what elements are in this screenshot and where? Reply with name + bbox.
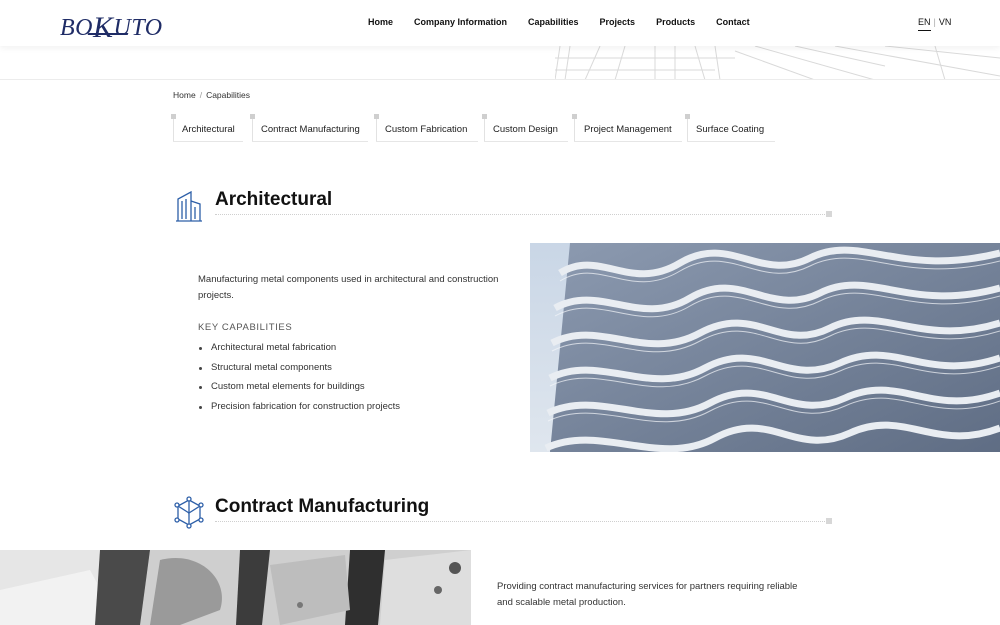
tab-surface-coating[interactable]: Surface Coating <box>685 114 775 142</box>
tab-underline <box>252 141 368 142</box>
nav-contact[interactable]: Contact <box>716 17 750 27</box>
lang-separator: | <box>933 17 936 27</box>
breadcrumb: Home / Capabilities <box>173 90 250 100</box>
section-title-architectural: Architectural <box>215 189 333 210</box>
tab-custom-design[interactable]: Custom Design <box>482 114 568 142</box>
list-item: Structural metal components <box>198 362 400 382</box>
contract-manufacturing-description: Providing contract manufacturing service… <box>497 581 798 608</box>
tab-underline <box>574 141 682 142</box>
nav-company-information[interactable]: Company Information <box>414 17 507 27</box>
nav-projects[interactable]: Projects <box>600 17 636 27</box>
logo[interactable]: BOKUTO <box>60 9 163 44</box>
breadcrumb-current: Capabilities <box>206 90 251 100</box>
contract-manufacturing-photo <box>0 550 471 625</box>
nav-home[interactable]: Home <box>368 17 393 27</box>
tab-project-management[interactable]: Project Management <box>572 114 682 142</box>
building-sketch-decoration <box>555 46 1000 79</box>
tab-label: Project Management <box>584 124 672 135</box>
key-capabilities-list: Architectural metal fabrication Structur… <box>198 342 400 420</box>
nav-capabilities[interactable]: Capabilities <box>528 17 579 27</box>
list-item: Architectural metal fabrication <box>198 342 400 362</box>
tab-divider <box>376 119 377 141</box>
lang-en[interactable]: EN <box>918 17 931 31</box>
section-divider-marker <box>826 211 832 217</box>
main-nav: Home Company Information Capabilities Pr… <box>368 17 771 27</box>
section-title-contract-manufacturing: Contract Manufacturing <box>215 496 430 517</box>
tab-custom-fabrication[interactable]: Custom Fabrication <box>374 114 478 142</box>
list-item: Custom metal elements for buildings <box>198 381 400 401</box>
tab-underline <box>173 141 243 142</box>
tab-architectural[interactable]: Architectural <box>171 114 243 142</box>
key-capabilities-title: KEY CAPABILITIES <box>198 322 293 333</box>
tab-divider <box>252 119 253 141</box>
section-divider <box>215 521 827 522</box>
lang-vn[interactable]: VN <box>939 17 952 27</box>
logo-text-prefix: BO <box>60 15 93 41</box>
tab-label: Surface Coating <box>696 124 765 135</box>
language-switcher: EN | VN <box>918 17 952 31</box>
architectural-photo <box>530 243 1000 452</box>
hero-band <box>0 46 1000 80</box>
tab-divider <box>173 119 174 141</box>
list-item: Precision fabrication for construction p… <box>198 401 400 421</box>
building-icon <box>176 190 202 222</box>
section-divider <box>215 214 827 215</box>
tab-underline <box>376 141 478 142</box>
site-header: BOKUTO Home Company Information Capabili… <box>0 0 1000 46</box>
tab-label: Architectural <box>182 124 235 135</box>
tab-contract-manufacturing[interactable]: Contract Manufacturing <box>250 114 368 142</box>
breadcrumb-separator: / <box>199 90 203 100</box>
tab-divider <box>687 119 688 141</box>
cube-network-icon <box>174 496 204 529</box>
breadcrumb-home[interactable]: Home <box>173 90 196 100</box>
logo-text-suffix: UTO <box>113 15 163 41</box>
tab-underline <box>484 141 568 142</box>
nav-products[interactable]: Products <box>656 17 695 27</box>
section-divider-marker <box>826 518 832 524</box>
architectural-description: Manufacturing metal components used in a… <box>198 274 499 301</box>
logo-text-k: K <box>93 11 114 44</box>
tab-label: Custom Design <box>493 124 558 135</box>
wavy-building-image <box>530 243 1000 452</box>
tab-underline <box>687 141 775 142</box>
logo-swoosh <box>87 33 129 35</box>
metal-parts-image <box>0 550 471 625</box>
tab-label: Contract Manufacturing <box>261 124 360 135</box>
tab-label: Custom Fabrication <box>385 124 468 135</box>
tab-divider <box>484 119 485 141</box>
tab-divider <box>574 119 575 141</box>
